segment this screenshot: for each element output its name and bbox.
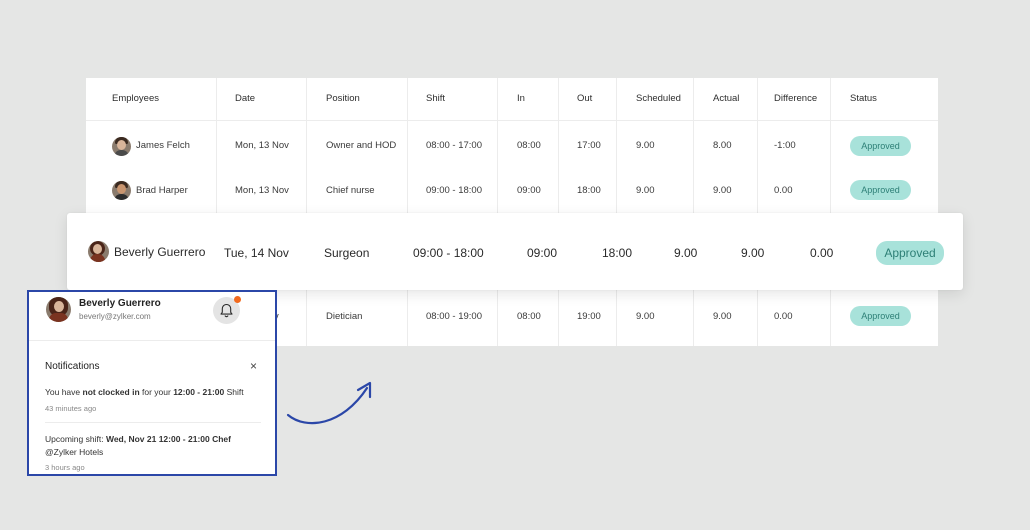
scheduled-cell: 9.00 bbox=[674, 246, 698, 260]
notification-text-emphasis: not clocked in bbox=[82, 387, 140, 397]
unread-dot bbox=[234, 296, 241, 303]
in-cell: 09:00 bbox=[527, 246, 558, 260]
difference-cell: 0.00 bbox=[774, 311, 793, 322]
header-employees[interactable]: Employees bbox=[112, 92, 159, 106]
date-cell: Mon, 13 Nov bbox=[235, 185, 289, 196]
notification-item[interactable]: You have not clocked in for your 12:00 -… bbox=[45, 387, 244, 397]
position-cell: Owner and HOD bbox=[326, 140, 397, 151]
notification-text: for your bbox=[139, 387, 174, 397]
header-out[interactable]: Out bbox=[577, 92, 592, 106]
employee-name[interactable]: James Felch bbox=[136, 139, 190, 153]
scheduled-cell: 9.00 bbox=[636, 185, 655, 196]
notification-item[interactable]: Upcoming shift: Wed, Nov 21 12:00 - 21:0… bbox=[45, 434, 231, 444]
employee-name[interactable]: Beverly Guerrero bbox=[114, 244, 205, 260]
notification-text: Shift bbox=[224, 387, 244, 397]
status-badge[interactable]: Approved bbox=[850, 180, 911, 200]
header-shift[interactable]: Shift bbox=[426, 92, 445, 106]
avatar bbox=[112, 181, 131, 200]
notification-text: You have bbox=[45, 387, 83, 397]
shift-cell: 09:00 - 18:00 bbox=[413, 246, 484, 260]
notification-panel: Beverly Guerrero beverly@zylker.com Noti… bbox=[27, 290, 277, 476]
user-email: beverly@zylker.com bbox=[79, 312, 151, 321]
scheduled-cell: 9.00 bbox=[636, 311, 655, 322]
status-badge[interactable]: Approved bbox=[850, 136, 911, 156]
close-icon[interactable]: × bbox=[250, 359, 257, 373]
notification-bell-button[interactable] bbox=[213, 296, 241, 324]
scheduled-cell: 9.00 bbox=[636, 140, 655, 151]
actual-cell: 8.00 bbox=[713, 140, 732, 151]
notification-text: @Zylker Hotels bbox=[45, 447, 104, 457]
notifications-title: Notifications bbox=[45, 361, 100, 372]
status-badge[interactable]: Approved bbox=[876, 241, 944, 265]
actual-cell: 9.00 bbox=[713, 185, 732, 196]
out-cell: 19:00 bbox=[577, 311, 601, 322]
position-cell: Dietician bbox=[326, 311, 363, 322]
header-difference[interactable]: Difference bbox=[774, 92, 817, 106]
curved-arrow-icon bbox=[286, 381, 372, 425]
position-cell: Chief nurse bbox=[326, 185, 375, 196]
notification-text: Upcoming shift: bbox=[45, 434, 106, 444]
divider bbox=[45, 422, 261, 423]
notification-time: 43 minutes ago bbox=[45, 404, 97, 413]
out-cell: 17:00 bbox=[577, 140, 601, 151]
header-date[interactable]: Date bbox=[235, 92, 255, 106]
in-cell: 09:00 bbox=[517, 185, 541, 196]
notification-text-emphasis: Wed, Nov 21 12:00 - 21:00 Chef bbox=[105, 434, 231, 444]
header-status[interactable]: Status bbox=[850, 92, 877, 106]
avatar bbox=[112, 137, 131, 156]
column-divider bbox=[757, 78, 758, 346]
user-name: Beverly Guerrero bbox=[79, 298, 161, 309]
column-divider bbox=[407, 78, 408, 346]
status-badge[interactable]: Approved bbox=[850, 306, 911, 326]
header-in[interactable]: In bbox=[517, 92, 525, 106]
out-cell: 18:00 bbox=[602, 246, 633, 260]
header-position[interactable]: Position bbox=[326, 92, 360, 106]
position-cell: Surgeon bbox=[324, 246, 370, 260]
header-actual[interactable]: Actual bbox=[713, 92, 739, 106]
column-divider bbox=[830, 78, 831, 346]
shift-cell: 08:00 - 17:00 bbox=[426, 140, 482, 151]
actual-cell: 9.00 bbox=[713, 311, 732, 322]
avatar bbox=[46, 297, 71, 322]
column-divider bbox=[306, 78, 307, 346]
divider bbox=[29, 340, 275, 341]
avatar bbox=[88, 241, 109, 262]
date-cell: Tue, 14 Nov bbox=[224, 246, 289, 260]
employee-name[interactable]: Brad Harper bbox=[136, 184, 188, 198]
shift-cell: 08:00 - 19:00 bbox=[426, 311, 482, 322]
highlighted-row[interactable]: Beverly Guerrero Tue, 14 Nov Surgeon 09:… bbox=[67, 213, 963, 290]
difference-cell: -1:00 bbox=[774, 140, 796, 151]
column-divider bbox=[558, 78, 559, 346]
column-divider bbox=[693, 78, 694, 346]
column-divider bbox=[497, 78, 498, 346]
in-cell: 08:00 bbox=[517, 140, 541, 151]
difference-cell: 0.00 bbox=[810, 246, 834, 260]
shift-cell: 09:00 - 18:00 bbox=[426, 185, 482, 196]
notification-time: 3 hours ago bbox=[45, 463, 85, 472]
out-cell: 18:00 bbox=[577, 185, 601, 196]
notification-text-emphasis: 12:00 - 21:00 bbox=[173, 387, 225, 397]
header-scheduled[interactable]: Scheduled bbox=[636, 92, 681, 106]
date-cell: Mon, 13 Nov bbox=[235, 140, 289, 151]
column-divider bbox=[616, 78, 617, 346]
in-cell: 08:00 bbox=[517, 311, 541, 322]
difference-cell: 0.00 bbox=[774, 185, 793, 196]
header-divider bbox=[86, 120, 938, 121]
actual-cell: 9.00 bbox=[741, 246, 765, 260]
